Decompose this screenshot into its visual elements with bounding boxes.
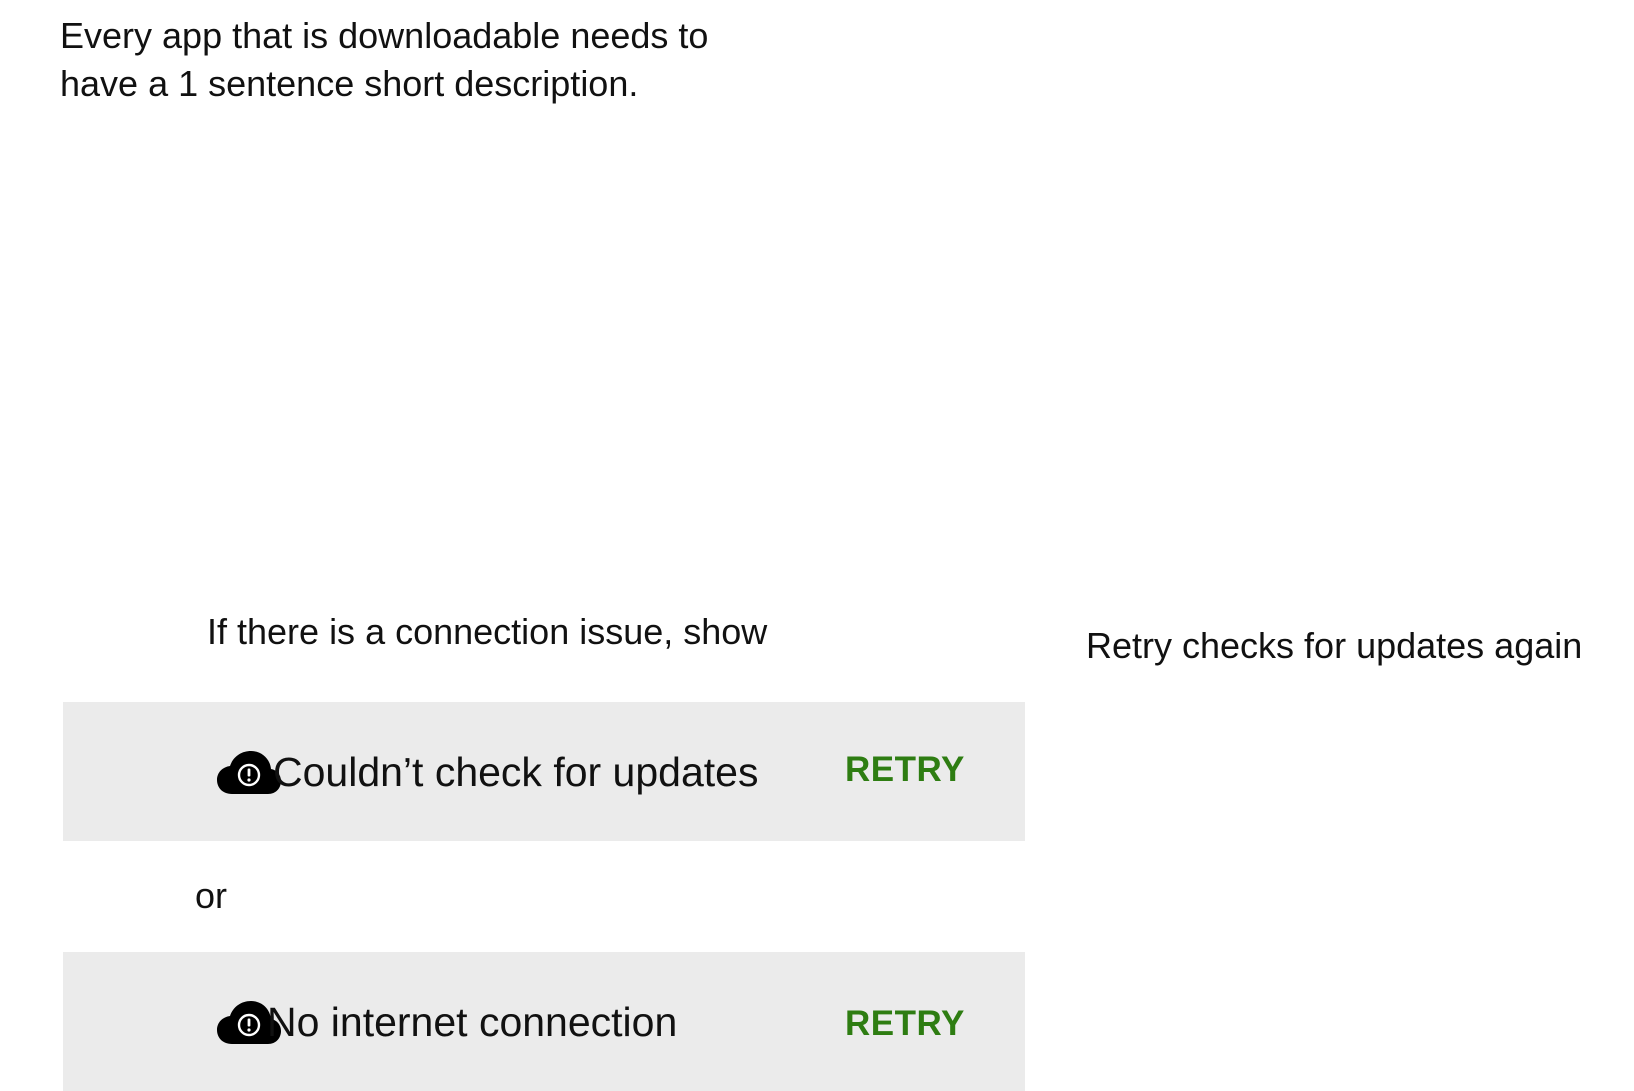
connection-issue-note: If there is a connection issue, show — [207, 611, 768, 652]
banner-message: Couldn’t check for updates — [273, 749, 759, 795]
or-separator: or — [195, 875, 228, 916]
update-check-failed-banner: Couldn’t check for updates RETRY — [63, 702, 1025, 841]
retry-button[interactable]: RETRY — [839, 998, 971, 1050]
intro-note: Every app that is downloadable needs to … — [60, 12, 820, 108]
intro-note-line-2: have a 1 sentence short description. — [60, 63, 639, 104]
retry-behavior-note: Retry checks for updates again — [1086, 625, 1583, 666]
intro-note-line-1: Every app that is downloadable needs to — [60, 15, 709, 56]
banner-message: No internet connection — [267, 999, 678, 1045]
no-internet-banner: No internet connection RETRY — [63, 952, 1025, 1091]
retry-button[interactable]: RETRY — [839, 744, 971, 796]
